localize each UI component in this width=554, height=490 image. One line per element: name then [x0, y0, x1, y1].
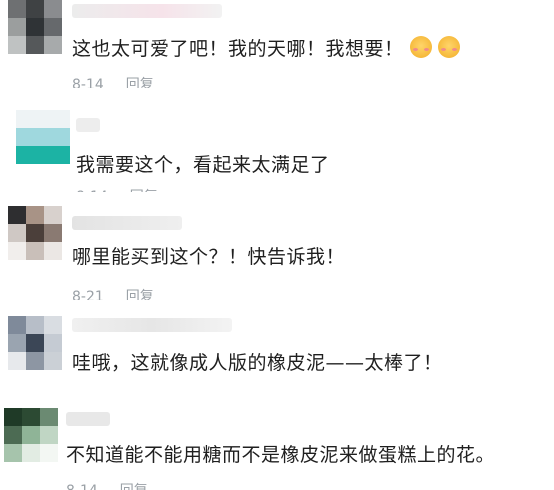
comment-text: 我需要这个，看起来太满足了: [76, 154, 330, 176]
username-blurred[interactable]: [76, 118, 100, 132]
comment-date: 8-14: [72, 77, 104, 88]
pleading-face-icon: [437, 36, 460, 58]
comment-item: 这也太可爱了吧！我的天哪！我想要！ 8-14 回复: [0, 0, 554, 96]
comment-item: 不知道能不能用糖而不是橡皮泥来做蛋糕上的花。 8-14 回复: [0, 408, 554, 490]
username-blurred[interactable]: [66, 412, 110, 426]
comment-text: 不知道能不能用糖而不是橡皮泥来做蛋糕上的花。: [66, 444, 496, 466]
comment-meta: 8-14 回复: [72, 74, 154, 88]
username-blurred[interactable]: [72, 4, 222, 18]
avatar[interactable]: [8, 0, 62, 54]
reply-button[interactable]: 回复: [130, 189, 158, 192]
reply-button[interactable]: 回复: [126, 77, 154, 88]
comment-item: 哪里能买到这个？！快告诉我！ 8-21 回复: [0, 206, 554, 300]
comment-date: 8-14: [66, 483, 98, 490]
pleading-face-icon: [409, 36, 432, 58]
comment-meta: 8-21 回复: [72, 286, 154, 300]
username-blurred[interactable]: [72, 318, 232, 332]
comment-item: 哇哦，这就像成人版的橡皮泥——太棒了！: [0, 316, 554, 388]
comment-text: 哇哦，这就像成人版的橡皮泥——太棒了！: [72, 352, 443, 374]
avatar[interactable]: [8, 316, 62, 370]
comment-meta: 8-14 回复: [66, 480, 148, 490]
comment-item: 我需要这个，看起来太满足了 8-14 回复: [0, 110, 554, 192]
reply-button[interactable]: 回复: [120, 483, 148, 490]
avatar[interactable]: [4, 408, 58, 462]
avatar[interactable]: [16, 110, 70, 164]
avatar[interactable]: [8, 206, 62, 260]
comment-text: 这也太可爱了吧！我的天哪！我想要！: [72, 34, 460, 61]
reply-button[interactable]: 回复: [126, 289, 154, 300]
comment-date: 8-14: [76, 189, 108, 192]
username-blurred[interactable]: [72, 216, 182, 230]
comment-meta: 8-14 回复: [76, 186, 158, 192]
comment-text: 哪里能买到这个？！快告诉我！: [72, 246, 346, 268]
comment-date: 8-21: [72, 289, 104, 300]
